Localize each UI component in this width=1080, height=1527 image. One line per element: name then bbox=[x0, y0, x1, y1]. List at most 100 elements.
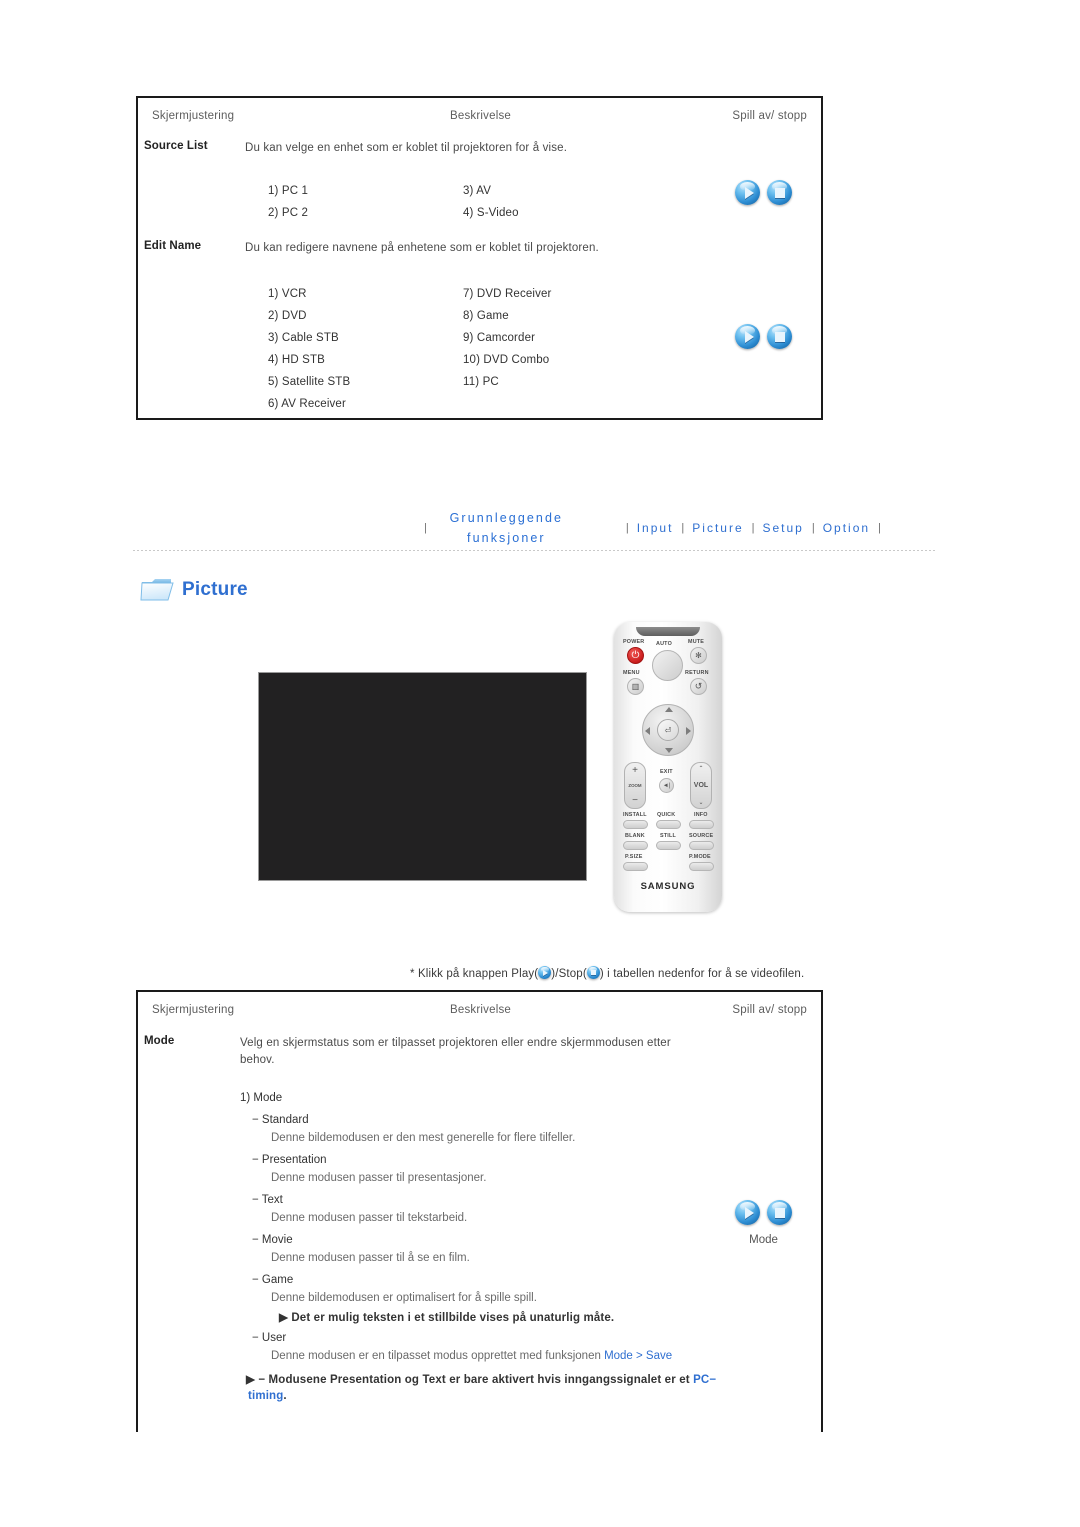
play-icon[interactable] bbox=[735, 1200, 760, 1225]
stop-icon[interactable] bbox=[586, 966, 600, 979]
column-header-description: Beskrivelse bbox=[450, 110, 511, 122]
remote-label-still: STILL bbox=[660, 833, 676, 839]
picture-mode-table: Skjermjustering Beskrivelse Spill av/ st… bbox=[136, 990, 823, 1432]
list-item: 9) Camcorder bbox=[463, 332, 536, 344]
caption-mid: )/Stop( bbox=[551, 968, 587, 980]
info-button[interactable] bbox=[689, 820, 714, 829]
list-item: 1) PC 1 bbox=[268, 185, 309, 197]
remote-label-quick: QUICK bbox=[657, 812, 676, 818]
caption-prefix: * Klikk på knappen Play( bbox=[410, 968, 539, 980]
list-item: 3) AV bbox=[463, 185, 492, 197]
mode-name-movie: − Movie bbox=[252, 1234, 293, 1246]
remote-label-source: SOURCE bbox=[689, 833, 714, 839]
nav-link-picture[interactable]: Picture bbox=[692, 521, 743, 535]
list-item: 8) Game bbox=[463, 310, 509, 322]
return-button[interactable]: ↺ bbox=[690, 678, 707, 695]
mode-name-presentation: − Presentation bbox=[252, 1154, 327, 1166]
row-description-mode-line2: behov. bbox=[240, 1054, 275, 1066]
play-stop-group-mode: Mode bbox=[735, 1200, 792, 1246]
nav-current-line2: funksjoner bbox=[467, 531, 546, 545]
play-stop-caption: * Klikk på knappen Play( )/Stop( ) i tabel… bbox=[410, 966, 804, 980]
stop-icon[interactable] bbox=[767, 180, 792, 205]
table-header-row: Skjermjustering Beskrivelse Spill av/ st… bbox=[138, 992, 821, 1028]
dpad[interactable]: ⏎ bbox=[642, 704, 694, 756]
play-stop-caption-mode: Mode bbox=[749, 1234, 778, 1246]
zoom-label: ZOOM bbox=[628, 783, 642, 788]
play-stop-group-source-list bbox=[735, 180, 792, 205]
volume-rocker[interactable]: ⌃ VOL ⌄ bbox=[690, 762, 712, 809]
list-item: 4) S-Video bbox=[463, 207, 519, 219]
nav-current-section: Grunnleggende funksjoner bbox=[449, 508, 564, 548]
zoom-rocker[interactable]: + ZOOM − bbox=[624, 762, 646, 809]
mode-desc-game: Denne bildemodusen er optimalisert for å… bbox=[271, 1292, 537, 1304]
play-stop-group-edit-name bbox=[735, 324, 792, 349]
zoom-minus-label: − bbox=[632, 795, 638, 806]
mode-name-text: − Text bbox=[252, 1194, 283, 1206]
remote-label-exit: EXIT bbox=[660, 769, 673, 775]
mute-button[interactable]: ✻ bbox=[690, 647, 707, 664]
list-item: 11) PC bbox=[463, 376, 499, 388]
nav-link-setup[interactable]: Setup bbox=[763, 521, 804, 535]
nav-separator: | bbox=[625, 522, 629, 534]
nav-divider bbox=[133, 550, 936, 551]
power-button[interactable]: ⏻ bbox=[627, 647, 644, 664]
pmode-button[interactable] bbox=[689, 862, 714, 871]
column-header-adjustment: Skjermjustering bbox=[152, 1004, 235, 1016]
mode-list-heading: 1) Mode bbox=[240, 1092, 283, 1104]
source-list-table: Skjermjustering Beskrivelse Spill av/ st… bbox=[136, 96, 823, 420]
dpad-up-icon[interactable] bbox=[665, 707, 673, 712]
dpad-right-icon[interactable] bbox=[686, 727, 691, 735]
quick-button[interactable] bbox=[656, 820, 681, 829]
pc-timing-link[interactable]: PC− bbox=[693, 1374, 716, 1386]
vol-down-icon[interactable]: ⌄ bbox=[698, 799, 703, 806]
mode-desc-movie: Denne modusen passer til å se en film. bbox=[271, 1252, 470, 1264]
list-item: 7) DVD Receiver bbox=[463, 288, 552, 300]
still-button[interactable] bbox=[656, 841, 681, 850]
column-header-playstop: Spill av/ stopp bbox=[732, 110, 807, 122]
list-item: 2) DVD bbox=[268, 310, 307, 322]
list-item: 1) VCR bbox=[268, 288, 307, 300]
footnote-period: . bbox=[283, 1390, 287, 1402]
remote-label-mute: MUTE bbox=[688, 639, 705, 645]
vol-up-icon[interactable]: ⌃ bbox=[698, 765, 703, 772]
list-item: 2) PC 2 bbox=[268, 207, 309, 219]
section-nav: | Grunnleggende funksjoner | Input | Pic… bbox=[0, 505, 1080, 551]
remote-label-menu: MENU bbox=[623, 670, 640, 676]
stop-icon[interactable] bbox=[767, 1200, 792, 1225]
row-description-mode-line1: Velg en skjermstatus som er tilpasset pr… bbox=[240, 1037, 671, 1049]
blank-button[interactable] bbox=[623, 841, 648, 850]
dpad-left-icon[interactable] bbox=[645, 727, 650, 735]
video-player-area[interactable] bbox=[258, 672, 587, 881]
exit-button[interactable]: ◄| bbox=[659, 778, 674, 793]
play-icon[interactable] bbox=[735, 324, 760, 349]
mode-save-link[interactable]: Mode > Save bbox=[604, 1350, 672, 1362]
install-button[interactable] bbox=[623, 820, 648, 829]
stop-icon[interactable] bbox=[767, 324, 792, 349]
column-header-adjustment: Skjermjustering bbox=[152, 110, 235, 122]
row-description-source-list: Du kan velge en enhet som er koblet til … bbox=[245, 142, 568, 154]
page-title: Picture bbox=[182, 578, 248, 600]
nav-link-option[interactable]: Option bbox=[823, 521, 870, 535]
caption-suffix: ) i tabellen nedenfor for å se videofile… bbox=[599, 968, 805, 980]
play-icon[interactable] bbox=[735, 180, 760, 205]
source-button[interactable] bbox=[689, 841, 714, 850]
play-icon[interactable] bbox=[538, 966, 552, 979]
footnote-text: ▶ − Modusene Presentation og Text er bar… bbox=[246, 1374, 694, 1386]
psize-button[interactable] bbox=[623, 862, 648, 871]
list-item: 10) DVD Combo bbox=[463, 354, 550, 366]
dpad-down-icon[interactable] bbox=[665, 748, 673, 753]
nav-separator: | bbox=[751, 522, 755, 534]
enter-button[interactable]: ⏎ bbox=[657, 719, 679, 741]
menu-button[interactable]: ▥ bbox=[627, 678, 644, 695]
mode-name-game: − Game bbox=[252, 1274, 294, 1286]
manual-page: Skjermjustering Beskrivelse Spill av/ st… bbox=[0, 0, 1080, 1527]
remote-label-blank: BLANK bbox=[625, 833, 645, 839]
mode-desc-standard: Denne bildemodusen er den mest generelle… bbox=[271, 1132, 576, 1144]
nav-separator: | bbox=[681, 522, 685, 534]
auto-button[interactable] bbox=[652, 650, 683, 681]
pc-timing-link-cont[interactable]: timing bbox=[248, 1390, 283, 1402]
footnote-line1: ▶ − Modusene Presentation og Text er bar… bbox=[246, 1372, 716, 1386]
mode-desc-text: Denne modusen passer til tekstarbeid. bbox=[271, 1212, 468, 1224]
nav-link-input[interactable]: Input bbox=[637, 521, 674, 535]
remote-label-install: INSTALL bbox=[623, 812, 647, 818]
